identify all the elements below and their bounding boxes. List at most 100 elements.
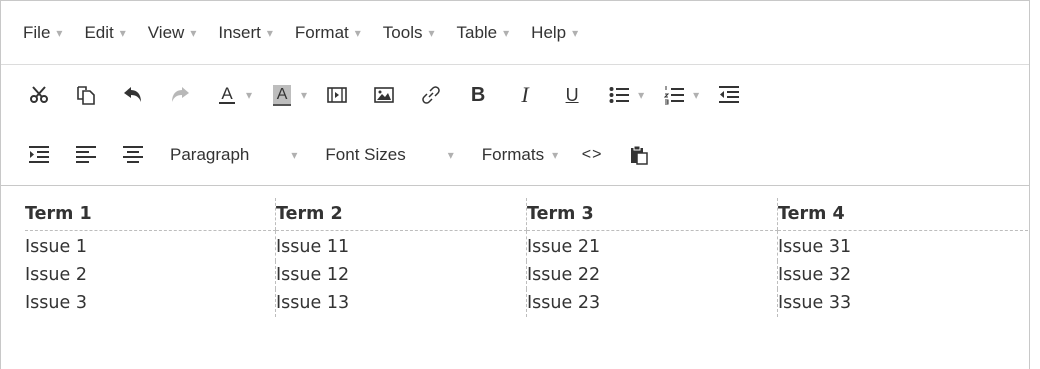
font-sizes-value: Font Sizes <box>325 145 406 164</box>
undo-icon <box>124 87 141 102</box>
font-sizes-dropdown[interactable]: Font Sizes ▾ <box>325 137 453 173</box>
chevron-down-icon: ▾ <box>552 148 559 162</box>
menu-table-label: Table <box>456 22 498 42</box>
menu-edit[interactable]: Edit ▾ <box>84 23 125 43</box>
italic-icon: I <box>521 82 529 107</box>
italic-button[interactable]: I <box>505 77 545 113</box>
numbered-list-button[interactable] <box>654 77 694 113</box>
text-color-button[interactable]: A <box>207 77 247 113</box>
menu-view[interactable]: View ▾ <box>148 23 197 43</box>
menu-tools-label: Tools <box>382 22 423 42</box>
media-button[interactable] <box>317 77 357 113</box>
toolbar-row-2: Paragraph ▾ Font Sizes ▾ Formats ▾ <> <box>1 125 1029 186</box>
table-header-cell[interactable]: Term 4 <box>777 198 1028 231</box>
chevron-down-icon[interactable]: ▾ <box>638 88 644 102</box>
menu-help[interactable]: Help ▾ <box>531 23 578 43</box>
block-format-value: Paragraph <box>170 145 250 164</box>
chevron-down-icon[interactable]: ▾ <box>246 88 252 102</box>
table-cell[interactable]: Issue 23 <box>526 289 778 317</box>
cut-icon <box>30 86 48 103</box>
copy-icon <box>77 86 95 105</box>
table-row: Issue 3 Issue 13 Issue 23 Issue 33 <box>25 289 1028 317</box>
align-center-icon <box>123 146 143 163</box>
bold-button[interactable]: B <box>458 77 498 113</box>
toolbar-row-1: A ▾ A ▾ B I U ▾ ▾ <box>1 65 1029 125</box>
chevron-down-icon: ▾ <box>119 25 126 40</box>
menubar: File ▾ Edit ▾ View ▾ Insert ▾ Format ▾ Tools ▾… <box>1 1 1029 65</box>
table-header-cell[interactable]: Term 3 <box>526 198 778 231</box>
table-cell[interactable]: Issue 33 <box>777 289 1028 317</box>
formats-dropdown[interactable]: Formats ▾ <box>482 137 558 173</box>
redo-button[interactable] <box>160 77 200 113</box>
block-format-dropdown[interactable]: Paragraph ▾ <box>170 137 297 173</box>
chevron-down-icon[interactable]: ▾ <box>693 88 699 102</box>
menu-table[interactable]: Table ▾ <box>457 23 510 43</box>
align-center-button[interactable] <box>113 137 153 173</box>
menu-insert[interactable]: Insert ▾ <box>218 23 273 43</box>
bullet-list-button[interactable] <box>599 77 639 113</box>
menu-format-label: Format <box>294 22 349 42</box>
undo-button[interactable] <box>113 77 153 113</box>
link-icon <box>422 86 440 104</box>
table-cell[interactable]: Issue 2 <box>25 261 276 289</box>
table-cell[interactable]: Issue 12 <box>275 261 527 289</box>
source-code-button[interactable]: <> <box>572 137 612 173</box>
chevron-down-icon: ▾ <box>503 25 510 40</box>
rich-text-editor: File ▾ Edit ▾ View ▾ Insert ▾ Format ▾ Tools ▾… <box>0 0 1030 369</box>
table-cell[interactable]: Issue 11 <box>275 230 527 261</box>
table-row: Issue 1 Issue 11 Issue 21 Issue 31 <box>25 230 1028 262</box>
outdent-icon <box>719 86 740 103</box>
table-cell[interactable]: Issue 3 <box>25 289 276 317</box>
paste-button[interactable] <box>619 137 659 173</box>
align-left-button[interactable] <box>66 137 106 173</box>
menu-insert-label: Insert <box>218 22 261 42</box>
chevron-down-icon: ▾ <box>354 25 361 40</box>
outdent-button[interactable] <box>709 77 749 113</box>
formats-value: Formats <box>481 145 545 164</box>
chevron-down-icon: ▾ <box>291 148 298 162</box>
toolbar: A ▾ A ▾ B I U ▾ ▾ Paragraph ▾ Font Sizes… <box>1 65 1029 186</box>
link-button[interactable] <box>411 77 451 113</box>
content-table[interactable]: Term 1 Term 2 Term 3 Term 4 Issue 1 Issu… <box>25 198 1028 317</box>
table-cell[interactable]: Issue 31 <box>777 230 1028 261</box>
indent-icon <box>29 146 49 163</box>
copy-button[interactable] <box>66 77 106 113</box>
table-header-cell[interactable]: Term 2 <box>275 198 527 231</box>
image-button[interactable] <box>364 77 404 113</box>
table-cell[interactable]: Issue 32 <box>777 261 1028 289</box>
menu-file[interactable]: File ▾ <box>23 23 62 43</box>
cut-button[interactable] <box>19 77 59 113</box>
code-icon: <> <box>581 146 603 163</box>
chevron-down-icon: ▾ <box>266 25 273 40</box>
table-header-cell[interactable]: Term 1 <box>25 198 276 231</box>
menu-help-label: Help <box>531 22 567 42</box>
table-header-row: Term 1 Term 2 Term 3 Term 4 <box>25 198 1028 231</box>
image-icon <box>374 87 394 103</box>
bullet-list-icon <box>609 87 630 103</box>
chevron-down-icon: ▾ <box>447 148 454 162</box>
chevron-down-icon[interactable]: ▾ <box>301 88 307 102</box>
chevron-down-icon: ▾ <box>428 25 435 40</box>
table-cell[interactable]: Issue 22 <box>526 261 778 289</box>
menu-format[interactable]: Format ▾ <box>295 23 361 43</box>
chevron-down-icon: ▾ <box>572 25 579 40</box>
indent-button[interactable] <box>19 137 59 173</box>
editor-content[interactable]: Term 1 Term 2 Term 3 Term 4 Issue 1 Issu… <box>1 186 1029 317</box>
chevron-down-icon: ▾ <box>190 25 197 40</box>
menu-view-label: View <box>147 22 185 42</box>
table-cell[interactable]: Issue 1 <box>25 231 276 262</box>
redo-icon <box>172 87 189 102</box>
align-left-icon <box>76 146 96 163</box>
menu-tools[interactable]: Tools ▾ <box>383 23 435 43</box>
table-cell[interactable]: Issue 13 <box>275 289 527 317</box>
table-row: Issue 2 Issue 12 Issue 22 Issue 32 <box>25 261 1028 289</box>
paste-icon <box>631 145 648 165</box>
underline-icon: U <box>565 84 579 105</box>
menu-edit-label: Edit <box>84 22 114 42</box>
menu-file-label: File <box>23 22 51 42</box>
background-color-button[interactable]: A <box>262 77 302 113</box>
table-cell[interactable]: Issue 21 <box>526 230 778 261</box>
bold-icon: B <box>470 83 486 106</box>
text-color-icon: A <box>219 84 235 104</box>
underline-button[interactable]: U <box>552 77 592 113</box>
